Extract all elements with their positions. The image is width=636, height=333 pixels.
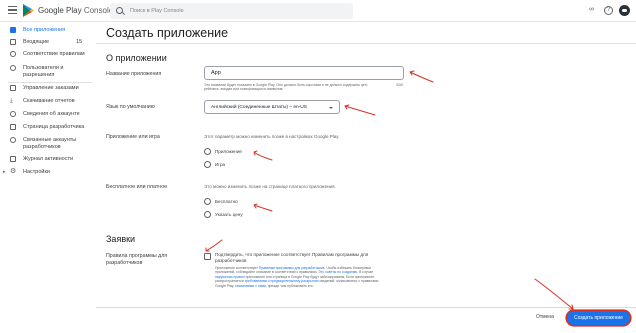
search-box[interactable] — [110, 3, 353, 19]
free-radio-label[interactable]: Бесплатно — [215, 199, 238, 204]
default-language-select[interactable]: Английский (Соединенные Штаты) – en-US — [204, 100, 340, 114]
app-or-game-label: Приложение или игра — [106, 134, 160, 140]
app-name-label: Название приложения — [106, 71, 162, 77]
default-language-label: Язык по умолчанию — [106, 104, 155, 110]
game-radio[interactable] — [204, 161, 211, 168]
sidebar: Все приложения Входящие 15 Соответствие … — [0, 22, 96, 333]
cancel-button[interactable]: Отмена — [536, 314, 554, 320]
sidebar-item-label: Управление заказами — [23, 85, 79, 91]
legal-text-part: . В случае — [357, 270, 374, 275]
chevron-down-icon — [329, 107, 333, 109]
chevron-right-icon[interactable]: ▸ — [3, 169, 6, 176]
sidebar-item-label: Связанные аккаунты разработчиков — [23, 137, 77, 150]
account-icon — [10, 111, 16, 117]
sidebar-item-label: Журнал активности — [23, 156, 74, 162]
brand-title: Google Play Console — [38, 6, 113, 15]
paid-radio-label[interactable]: Указать цену — [215, 212, 243, 217]
brand-console: Console — [83, 6, 114, 15]
app-name-hint: Это название будет показано в Google Pla… — [204, 83, 368, 92]
sidebar-item-label: Страница разработчика — [23, 124, 85, 130]
sidebar-item-label: Скачивание отчетов — [23, 98, 75, 104]
sidebar-divider — [8, 82, 92, 83]
game-radio-label[interactable]: Игра — [215, 162, 225, 167]
apps-grid-icon — [10, 27, 16, 33]
legal-text-part: , прежде чем публиковать его. — [265, 283, 314, 288]
divider — [96, 43, 636, 44]
sidebar-item-activity-log[interactable]: Журнал активности — [0, 155, 96, 166]
infinity-icon[interactable]: ∞ — [589, 6, 594, 13]
page-title: Создать приложение — [106, 26, 229, 40]
app-radio[interactable] — [204, 148, 211, 155]
sidebar-item-label: Все приложения — [23, 27, 66, 33]
free-radio[interactable] — [204, 198, 211, 205]
app-name-input[interactable] — [204, 66, 404, 80]
sidebar-item-label: Пользователи и разрешения — [23, 65, 64, 78]
sidebar-item-label: Соответствие правилам — [23, 51, 85, 57]
sidebar-item-linked-accounts[interactable]: Связанные аккаунты разработчиков — [0, 136, 96, 152]
annotation-arrow — [344, 104, 376, 116]
app-radio-label[interactable]: Приложение — [215, 149, 242, 154]
app-name-counter: 3/30 — [396, 83, 403, 87]
download-icon: ⤓ — [10, 98, 13, 104]
annotation-arrow — [409, 70, 434, 83]
page-icon — [10, 124, 16, 130]
app-or-game-desc: Этот параметр можно изменить позже в нас… — [204, 134, 340, 139]
policy-checkbox[interactable] — [204, 253, 211, 260]
avatar[interactable] — [619, 5, 630, 16]
search-input[interactable] — [130, 5, 340, 17]
dev-program-policies-link[interactable]: Правилам программы для разработчиков — [259, 266, 325, 270]
log-icon — [10, 156, 16, 162]
dev-program-label: Правила программы для разработчиков — [106, 253, 168, 266]
sidebar-item-developer-page[interactable]: Страница разработчика — [0, 123, 96, 134]
sidebar-item-policy[interactable]: Соответствие правилам — [0, 50, 96, 61]
sidebar-item-inbox[interactable]: Входящие 15 — [0, 38, 96, 49]
paid-radio[interactable] — [204, 211, 211, 218]
sidebar-item-reports[interactable]: ⤓ Скачивание отчетов — [0, 97, 96, 108]
sidebar-item-settings[interactable]: ▸ ⚙ Настройки — [0, 168, 96, 179]
inbox-count-badge: 15 — [76, 39, 83, 45]
annotation-arrow — [205, 239, 223, 252]
violations-link[interactable]: нарушения правил — [215, 275, 245, 279]
brand-google-play: Google Play — [38, 6, 82, 15]
default-language-value: Английский (Соединенные Штаты) – en-US — [211, 105, 307, 110]
sidebar-item-orders[interactable]: Управление заказами — [0, 84, 96, 95]
sidebar-item-account[interactable]: Сведения об аккаунте — [0, 110, 96, 121]
free-or-paid-label: Бесплатное или платное — [106, 184, 168, 190]
annotation-arrow — [253, 150, 273, 161]
google-play-logo-icon[interactable] — [23, 4, 34, 17]
policy-checkbox-label[interactable]: Подтвердить, что приложение соответствуе… — [215, 252, 387, 263]
sidebar-item-users[interactable]: Пользователи и разрешения — [0, 64, 96, 80]
annotation-arrow — [253, 203, 273, 212]
gear-icon: ⚙ — [10, 168, 17, 175]
legal-text-part: Приложение соответствует — [215, 266, 259, 270]
inbox-icon — [10, 39, 16, 45]
about-section-title: О приложении — [106, 53, 167, 63]
help-icon[interactable]: ? — [604, 6, 613, 15]
shield-check-icon — [10, 51, 16, 57]
sidebar-item-all-apps[interactable]: Все приложения — [0, 26, 96, 37]
disclosure-requirements-link[interactable]: требованиями к предварительному раскрыти… — [245, 279, 319, 283]
footer-divider — [96, 307, 636, 308]
sidebar-item-label: Сведения об аккаунте — [23, 111, 80, 117]
card-icon — [10, 85, 16, 91]
policy-legal-text: Приложение соответствует Правилам програ… — [215, 266, 390, 288]
declarations-section-title: Заявки — [106, 234, 136, 244]
create-app-button[interactable]: Создать приложение — [567, 311, 630, 325]
free-or-paid-desc: Это можно изменить позже на странице пла… — [204, 184, 336, 189]
related-policies-link[interactable]: связанными с ними — [235, 284, 266, 288]
search-icon — [116, 7, 123, 14]
sidebar-item-label: Настройки — [23, 169, 50, 175]
users-icon — [10, 65, 16, 71]
link-icon — [10, 137, 16, 143]
tips-link[interactable]: советы по созданию — [325, 270, 357, 274]
menu-icon[interactable] — [8, 6, 17, 14]
annotation-arrow — [534, 278, 574, 310]
top-app-bar: Google Play Console ∞ ? — [0, 0, 636, 22]
